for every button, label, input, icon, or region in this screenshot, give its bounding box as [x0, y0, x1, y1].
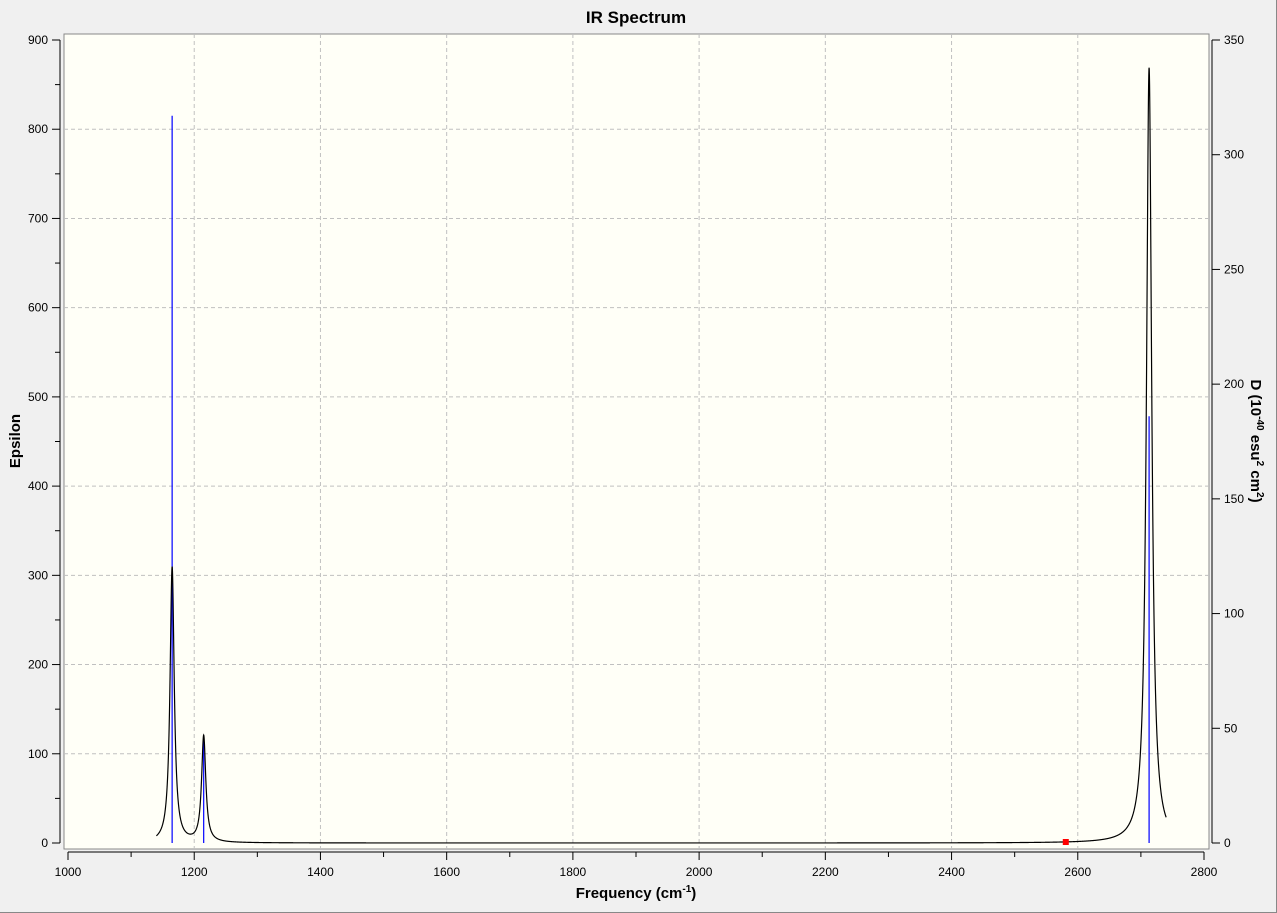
ir-spectrum-chart: 1000 1200 1400 1600 1800 2000 2200 2400 2600 2800…: [7, 8, 1265, 902]
y-tick-label: 400: [28, 479, 48, 493]
y2-tick-label: 0: [1224, 836, 1231, 850]
x-tick-label: 2200: [812, 865, 839, 879]
selected-mode-marker[interactable]: [1062, 839, 1069, 845]
y2-axis-label: D (10-40 esu2 cm2): [1247, 379, 1265, 502]
y-axis-label: Epsilon: [7, 414, 24, 468]
y-tick-label: 0: [41, 836, 48, 850]
chart-title: IR Spectrum: [586, 8, 686, 27]
y2-tick-label: 250: [1224, 262, 1244, 276]
y-tick-label: 600: [28, 301, 48, 315]
x-tick-label: 2600: [1064, 865, 1091, 879]
x-tick-label: 1200: [181, 865, 208, 879]
y2-tick-label: 200: [1224, 377, 1244, 391]
y-tick-label: 100: [28, 747, 48, 761]
y2-tick-label: 150: [1224, 492, 1244, 506]
y-tick-label: 800: [28, 122, 48, 136]
x-tick-label: 2400: [938, 865, 965, 879]
y2-tick-label: 100: [1224, 607, 1244, 621]
y-tick-label: 900: [28, 33, 48, 47]
y2-tick-label: 50: [1224, 721, 1238, 735]
y2-tick-label: 300: [1224, 148, 1244, 162]
x-tick-label: 1400: [307, 865, 334, 879]
y-tick-label: 300: [28, 568, 48, 582]
x-tick-label: 1600: [433, 865, 460, 879]
x-tick-label: 1000: [55, 865, 82, 879]
y-tick-label: 200: [28, 658, 48, 672]
y-tick-label: 700: [28, 211, 48, 225]
x-tick-label: 1800: [560, 865, 587, 879]
y-tick-label: 500: [28, 390, 48, 404]
y2-tick-label: 350: [1224, 33, 1244, 47]
ir-spectrum-window: 1000 1200 1400 1600 1800 2000 2200 2400 2600 2800…: [0, 0, 1277, 913]
plot-area: [63, 33, 1210, 850]
x-tick-label: 2800: [1191, 865, 1218, 879]
x-axis-label: Frequency (cm-1): [576, 884, 697, 902]
x-tick-label: 2000: [686, 865, 713, 879]
